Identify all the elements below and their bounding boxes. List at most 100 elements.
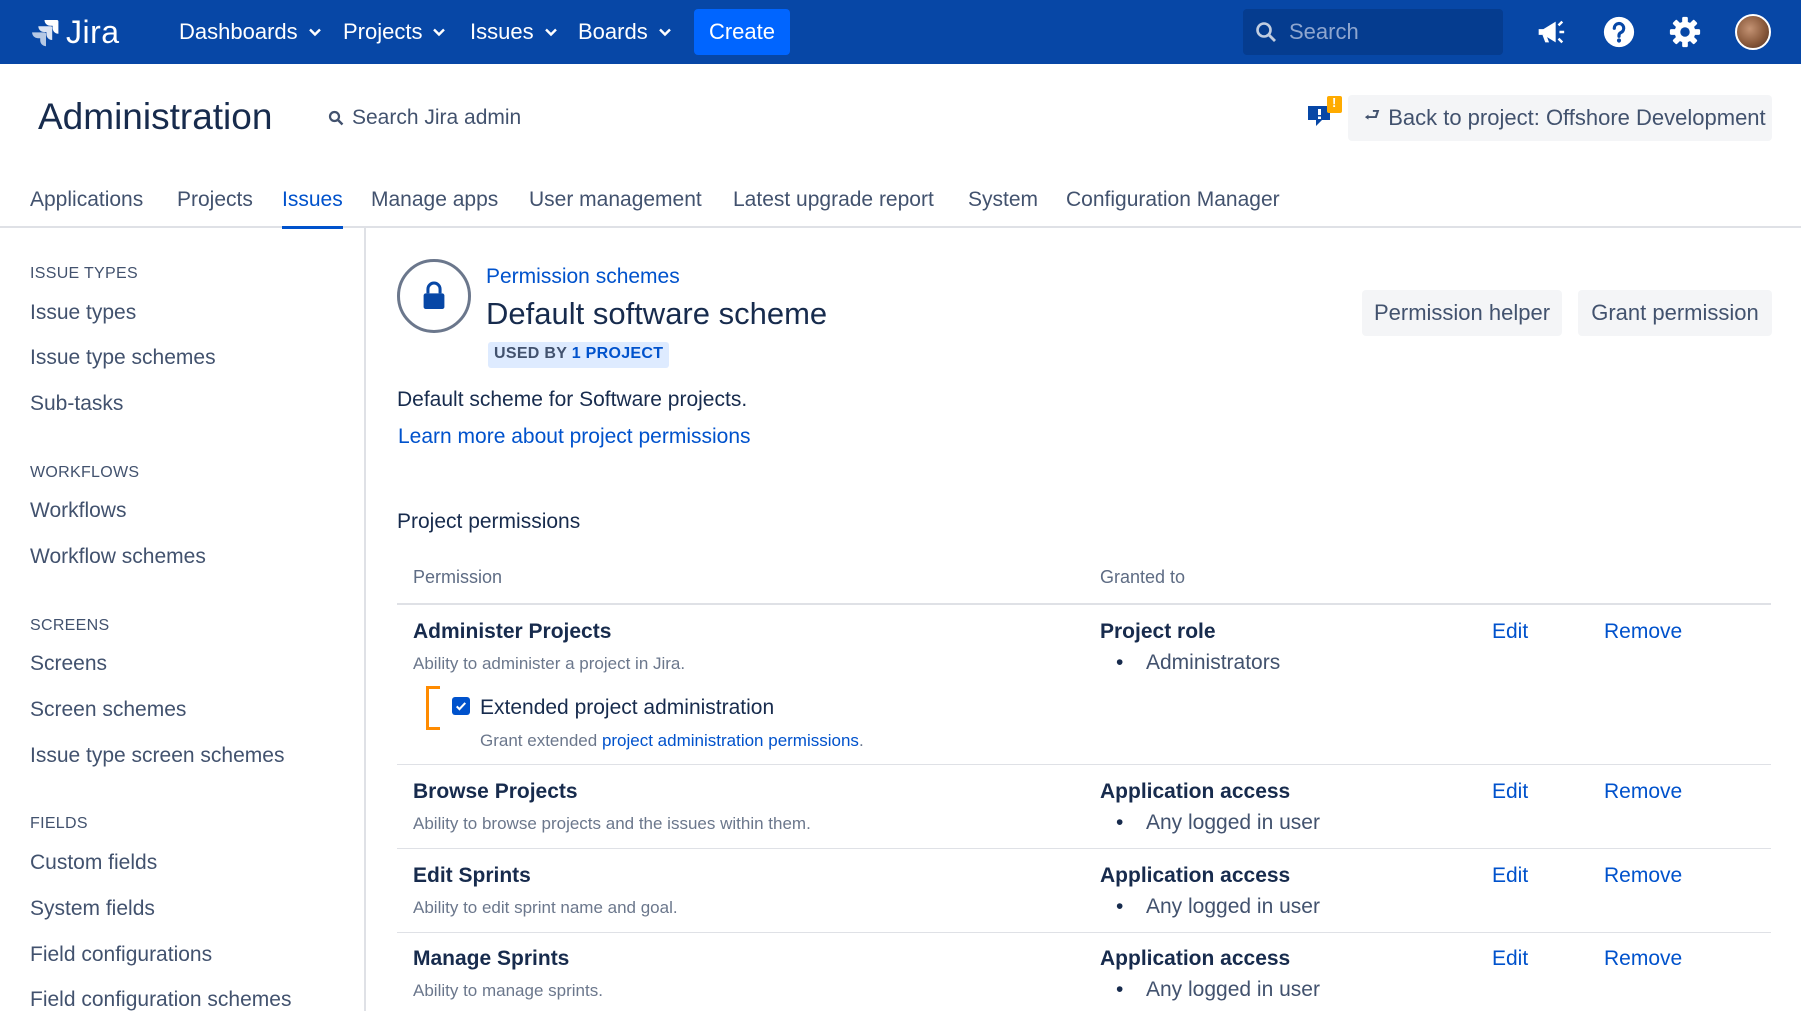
notifications-megaphone-icon[interactable]	[1532, 14, 1568, 50]
grant-permission-button[interactable]: Grant permission	[1578, 290, 1772, 336]
nav-dashboards[interactable]: Dashboards	[179, 0, 322, 64]
permission-helper-button[interactable]: Permission helper	[1362, 290, 1562, 336]
column-header-granted-to: Granted to	[1100, 567, 1186, 587]
project-admin-permissions-link[interactable]: project administration permissions	[602, 731, 859, 750]
extended-admin-prefix: Grant extended	[480, 731, 598, 750]
sidebar-item-field-configurations[interactable]: Field configurations	[30, 943, 212, 967]
nav-boards[interactable]: Boards	[578, 0, 672, 64]
section-title-project-permissions: Project permissions	[397, 510, 581, 533]
sidebar-item-custom-fields[interactable]: Custom fields	[30, 851, 157, 875]
chevron-down-icon	[544, 28, 557, 37]
sidebar-item-issue-types[interactable]: Issue types	[30, 301, 136, 325]
tab-manage-apps[interactable]: Manage apps	[371, 188, 498, 226]
sidebar-heading-workflows: WORKFLOWS	[30, 464, 140, 481]
permission-description: Ability to administer a project in Jira.	[413, 654, 686, 673]
edit-link[interactable]: Edit	[1492, 864, 1528, 888]
back-arrow-icon: ⮐	[1364, 105, 1381, 125]
remove-link[interactable]: Remove	[1604, 780, 1682, 804]
permission-name: Manage Sprints	[413, 947, 570, 970]
logo-text: Jira	[66, 13, 120, 50]
grant-type: Application access	[1100, 864, 1291, 887]
extended-admin-label: Extended project administration	[480, 696, 775, 719]
tab-projects[interactable]: Projects	[177, 188, 253, 226]
edit-link[interactable]: Edit	[1492, 780, 1528, 804]
grant-value: Administrators	[1116, 651, 1280, 675]
breadcrumb-permission-schemes[interactable]: Permission schemes	[486, 265, 680, 289]
search-placeholder: Search	[1289, 19, 1359, 44]
sidebar-item-workflows[interactable]: Workflows	[30, 499, 126, 523]
permission-name: Browse Projects	[413, 780, 578, 803]
sidebar-heading-screens: SCREENS	[30, 617, 110, 634]
help-icon[interactable]	[1601, 14, 1637, 50]
permission-description: Ability to edit sprint name and goal.	[413, 898, 678, 917]
edit-link[interactable]: Edit	[1492, 947, 1528, 971]
extended-admin-suffix: .	[858, 731, 864, 750]
admin-search-link[interactable]: Search Jira admin	[328, 106, 521, 130]
settings-gear-icon[interactable]	[1667, 14, 1703, 50]
learn-more-link[interactable]: Learn more about project permissions	[398, 425, 751, 449]
admin-tabs: Applications Projects Issues Manage apps…	[0, 178, 1801, 229]
tab-latest-upgrade-report[interactable]: Latest upgrade report	[733, 188, 934, 226]
tab-issues[interactable]: Issues	[282, 188, 343, 229]
sidebar-item-field-configuration-schemes[interactable]: Field configuration schemes	[30, 988, 291, 1011]
tab-user-management[interactable]: User management	[529, 188, 702, 226]
extended-admin-description: Grant extended project administration pe…	[480, 731, 864, 751]
admin-search-label: Search Jira admin	[352, 106, 522, 129]
sidebar-item-system-fields[interactable]: System fields	[30, 897, 155, 921]
nav-issues[interactable]: Issues	[470, 0, 558, 64]
sidebar-item-screen-schemes[interactable]: Screen schemes	[30, 698, 186, 722]
page-heading-administration: Administration	[38, 96, 273, 137]
remove-link[interactable]: Remove	[1604, 864, 1682, 888]
jira-logo-icon	[32, 20, 59, 47]
used-by-badge: USED BY 1 PROJECT	[488, 342, 670, 368]
back-to-project-button[interactable]: ⮐ Back to project: Offshore Development	[1348, 95, 1772, 141]
edit-link[interactable]: Edit	[1492, 620, 1528, 644]
nav-dashboards-label: Dashboards	[179, 19, 298, 44]
scheme-description: Default scheme for Software projects.	[397, 388, 748, 411]
grant-value: Any logged in user	[1116, 978, 1320, 1002]
nav-boards-label: Boards	[578, 19, 648, 44]
grant-type: Application access	[1100, 947, 1291, 970]
row-divider	[397, 848, 1771, 849]
feedback-icon[interactable]: !	[1306, 95, 1344, 132]
nav-projects-label: Projects	[343, 19, 423, 44]
tab-applications[interactable]: Applications	[30, 188, 143, 226]
grant-type: Application access	[1100, 780, 1291, 803]
feedback-badge-text: !	[1332, 95, 1337, 110]
jira-logo[interactable]: Jira	[30, 13, 120, 50]
permission-description: Ability to browse projects and the issue…	[413, 814, 811, 833]
create-button[interactable]: Create	[694, 9, 790, 55]
grant-value: Any logged in user	[1116, 811, 1320, 835]
extended-admin-checkbox[interactable]	[452, 697, 470, 715]
permission-name: Edit Sprints	[413, 864, 531, 887]
permission-name: Administer Projects	[413, 620, 612, 643]
top-navigation: Jira Dashboards Projects Issues Boards C…	[0, 0, 1801, 64]
row-divider	[397, 932, 1771, 933]
row-divider	[397, 764, 1771, 765]
nav-projects[interactable]: Projects	[343, 0, 446, 64]
table-header-divider	[397, 603, 1771, 605]
permission-description: Ability to manage sprints.	[413, 981, 603, 1000]
chevron-down-icon	[433, 28, 446, 37]
remove-link[interactable]: Remove	[1604, 620, 1682, 644]
sidebar-item-workflow-schemes[interactable]: Workflow schemes	[30, 545, 206, 569]
sidebar-heading-fields: FIELDS	[30, 815, 88, 832]
tab-configuration-manager[interactable]: Configuration Manager	[1066, 188, 1280, 226]
sidebar-item-sub-tasks[interactable]: Sub-tasks	[30, 392, 123, 416]
search-icon	[1256, 22, 1276, 42]
search-icon	[328, 110, 344, 126]
remove-link[interactable]: Remove	[1604, 947, 1682, 971]
chevron-down-icon	[308, 28, 321, 37]
sidebar-item-issue-type-screen-schemes[interactable]: Issue type screen schemes	[30, 744, 284, 768]
nav-issues-label: Issues	[470, 19, 534, 44]
sidebar-item-screens[interactable]: Screens	[30, 652, 107, 676]
global-search-input[interactable]: Search	[1243, 9, 1503, 55]
grant-value: Any logged in user	[1116, 895, 1320, 919]
sidebar-heading-issue-types: ISSUE TYPES	[30, 265, 138, 282]
tab-system[interactable]: System	[968, 188, 1038, 226]
extended-admin-highlight-bracket	[426, 686, 440, 730]
grant-type: Project role	[1100, 620, 1216, 643]
used-by-count-link[interactable]: 1 PROJECT	[572, 345, 664, 362]
user-avatar[interactable]	[1735, 14, 1771, 50]
sidebar-item-issue-type-schemes[interactable]: Issue type schemes	[30, 346, 216, 370]
